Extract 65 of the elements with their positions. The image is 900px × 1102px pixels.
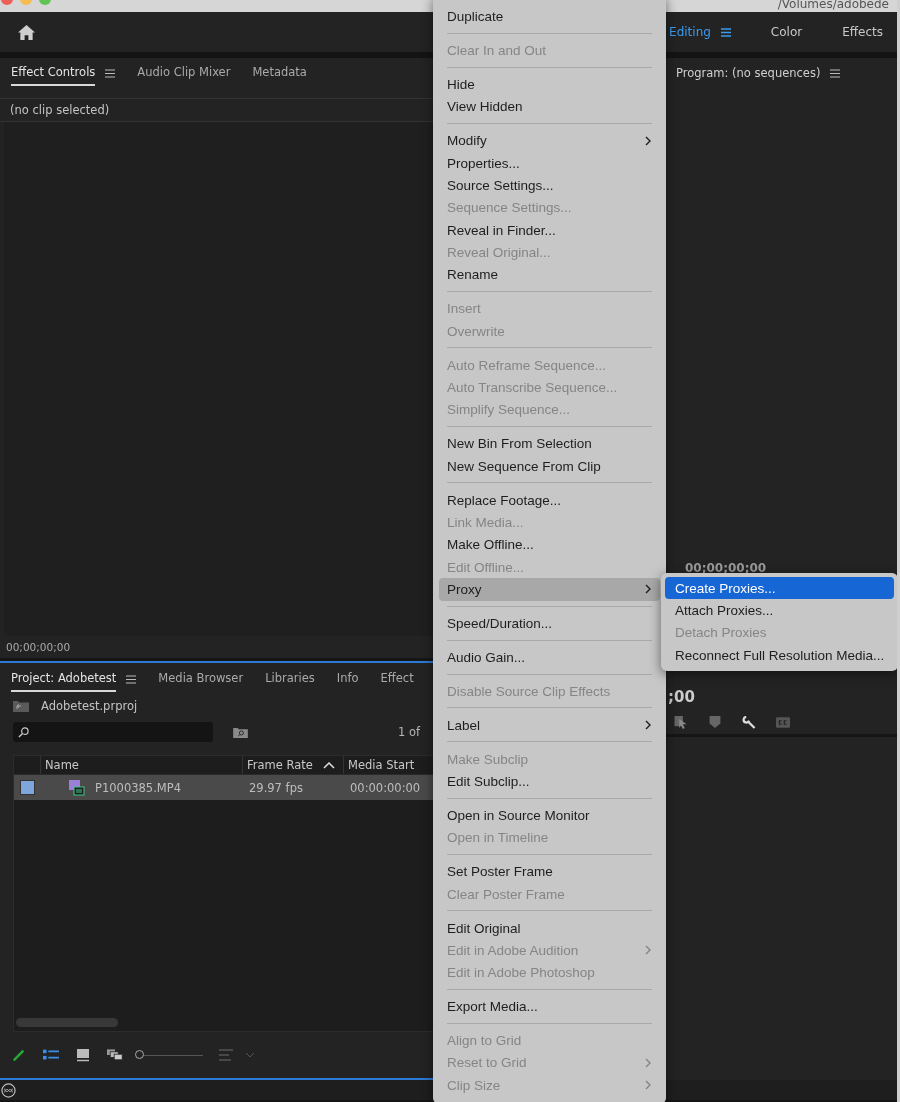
panel-tab[interactable]: Effect xyxy=(380,666,414,692)
list-view-icon[interactable] xyxy=(43,1048,59,1062)
find-bin-icon[interactable] xyxy=(233,726,248,738)
menu-item[interactable]: Reveal in Finder... xyxy=(439,219,660,242)
menu-item[interactable]: Hide xyxy=(439,73,660,96)
workspace-tab[interactable]: Color xyxy=(770,25,803,39)
panel-tab[interactable]: Libraries xyxy=(265,666,315,692)
menu-item[interactable]: Set Poster Frame xyxy=(439,860,660,883)
menu-item[interactable]: Create Proxies... xyxy=(665,577,894,600)
search-field[interactable] xyxy=(13,722,213,742)
menu-item[interactable]: New Bin From Selection xyxy=(439,432,660,455)
menu-item[interactable]: Audio Gain... xyxy=(439,646,660,669)
menu-item[interactable]: Duplicate xyxy=(439,5,660,28)
menu-icon[interactable] xyxy=(720,27,731,37)
menu-item[interactable]: Speed/Duration... xyxy=(439,612,660,635)
folder-up-icon[interactable] xyxy=(13,700,29,712)
frame-rate-cell: 29.97 fps xyxy=(249,780,303,795)
menu-item[interactable]: Reconnect Full Resolution Media... xyxy=(665,644,894,667)
menu-item[interactable]: Make Offline... xyxy=(439,533,660,556)
freeform-view-icon[interactable] xyxy=(107,1048,123,1062)
menu-item[interactable]: View Hidden xyxy=(439,95,660,119)
panel-header-text: (no clip selected) xyxy=(10,103,110,117)
clip-name: P1000385.MP4 xyxy=(95,780,181,795)
menu-item[interactable]: Export Media... xyxy=(439,995,660,1018)
media-start-cell: 00:00:00:00 xyxy=(350,780,421,795)
menu-icon[interactable] xyxy=(830,68,841,78)
panel-tab[interactable]: Effect Controls xyxy=(11,60,96,86)
menu-item[interactable]: Modify xyxy=(439,129,660,153)
menu-icon[interactable] xyxy=(126,674,137,684)
menu-item[interactable]: Label xyxy=(439,714,660,737)
zoom-slider[interactable] xyxy=(135,1050,203,1060)
playhead-timecode: ;00 xyxy=(668,688,695,706)
menu-item[interactable]: Properties... xyxy=(439,152,660,175)
menu-item[interactable]: New Sequence From Clip xyxy=(439,455,660,478)
menu-item[interactable]: Open in Source Monitor xyxy=(439,804,660,827)
menu-item[interactable]: Replace Footage... xyxy=(439,488,660,512)
icon-view-icon[interactable] xyxy=(75,1048,91,1062)
project-file-name: Adobetest.prproj xyxy=(41,699,138,713)
menu-item[interactable]: Rename xyxy=(439,263,660,287)
menu-item[interactable]: Attach Proxies... xyxy=(665,599,894,622)
wrench-icon[interactable] xyxy=(742,715,756,729)
panel-tab[interactable]: Metadata xyxy=(252,60,307,86)
menu-item[interactable]: Source Settings... xyxy=(439,174,660,197)
marker-icon[interactable] xyxy=(708,715,722,729)
menu-icon[interactable] xyxy=(105,68,116,78)
timecode: 00;00;00;00 xyxy=(685,561,767,575)
video-clip-icon xyxy=(69,779,85,796)
panel-tab[interactable]: Project: Adobetest xyxy=(11,666,117,692)
panel-title: Program: (no sequences) xyxy=(676,66,821,80)
panel-tab[interactable]: Media Browser xyxy=(158,666,244,692)
panel-tab[interactable]: Info xyxy=(336,666,359,692)
workspace-tab[interactable]: Editing xyxy=(669,25,711,39)
slider-thumb[interactable] xyxy=(135,1050,144,1059)
timecode: 00;00;00;00 xyxy=(6,641,71,653)
search-icon xyxy=(18,726,29,738)
panel-tab[interactable]: Audio Clip Mixer xyxy=(137,60,231,86)
creative-cloud-icon[interactable] xyxy=(1,1082,16,1098)
export-frame-icon[interactable] xyxy=(674,715,688,729)
pencil-icon[interactable] xyxy=(11,1048,27,1062)
horizontal-scrollbar[interactable] xyxy=(16,1018,118,1027)
home-icon[interactable] xyxy=(17,23,36,41)
menu-item[interactable]: Edit Original xyxy=(439,916,660,940)
menu-item[interactable]: Proxy xyxy=(439,578,660,601)
workspace-tab[interactable]: Effects xyxy=(842,25,883,39)
item-count: 1 of xyxy=(398,725,421,739)
